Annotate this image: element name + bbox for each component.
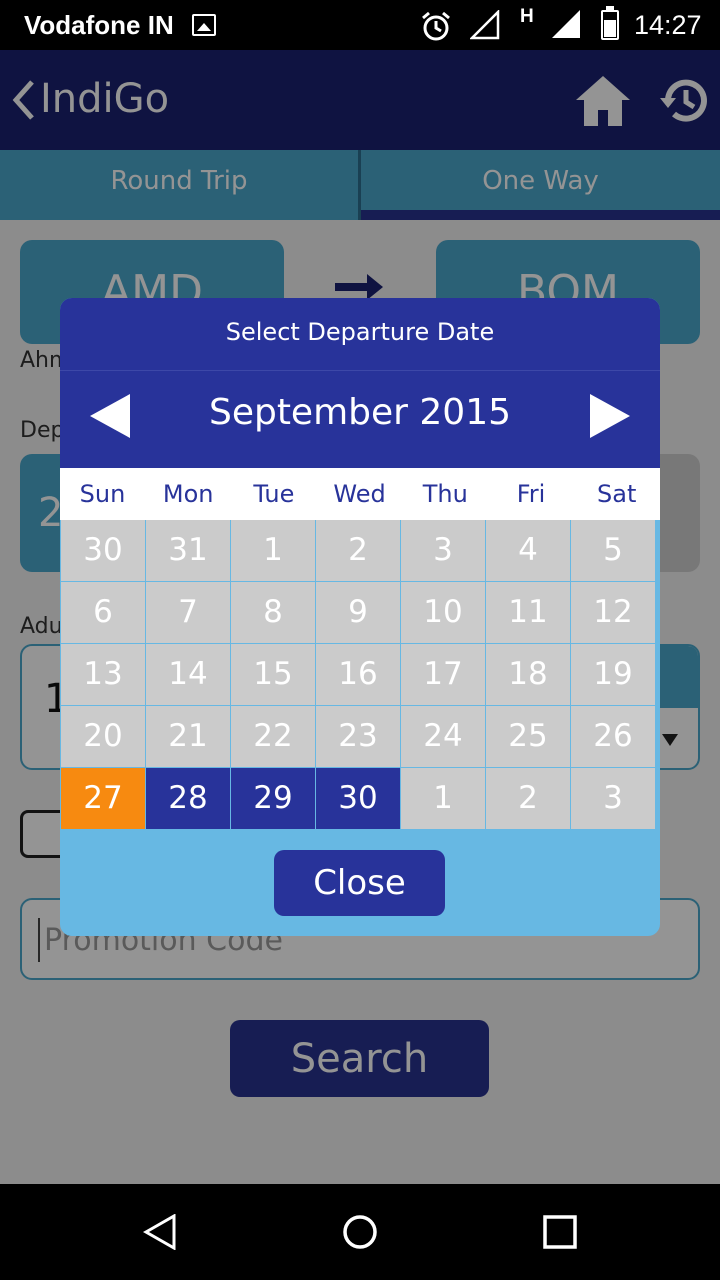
battery-icon bbox=[601, 6, 619, 40]
day-cell: 9 bbox=[316, 582, 400, 643]
date-picker-dialog: Select Departure Date September 2015 Sun… bbox=[60, 298, 660, 936]
status-bar: Vodafone IN H 14:27 bbox=[0, 0, 720, 50]
home-circle-icon[interactable] bbox=[342, 1214, 378, 1254]
day-cell: 31 bbox=[146, 520, 230, 581]
month-label: September 2015 bbox=[208, 392, 512, 433]
day-cell: 14 bbox=[146, 644, 230, 705]
day-cell: 2 bbox=[486, 768, 570, 829]
weekday-label: Sun bbox=[79, 480, 126, 508]
day-cell: 24 bbox=[401, 706, 485, 767]
prev-month-icon[interactable] bbox=[88, 392, 132, 440]
recent-apps-icon[interactable] bbox=[542, 1214, 578, 1254]
day-grid: 30 31 1 2 3 4 5 6 7 8 9 10 11 12 13 14 15 16 17 18 19 20 21 22 2… bbox=[61, 520, 656, 830]
day-cell: 19 bbox=[571, 644, 655, 705]
day-cell: 10 bbox=[401, 582, 485, 643]
dialog-title: Select Departure Date bbox=[225, 318, 495, 346]
day-cell: 23 bbox=[316, 706, 400, 767]
day-cell: 16 bbox=[316, 644, 400, 705]
gallery-icon bbox=[192, 14, 216, 36]
clock: 14:27 bbox=[634, 10, 702, 40]
day-cell: 1 bbox=[401, 768, 485, 829]
day-cell: 5 bbox=[571, 520, 655, 581]
day-cell: 18 bbox=[486, 644, 570, 705]
dialog-separator bbox=[60, 370, 660, 371]
day-cell: 20 bbox=[61, 706, 145, 767]
day-cell: 22 bbox=[231, 706, 315, 767]
network-type-label: H bbox=[520, 6, 534, 27]
system-nav-bar bbox=[0, 1184, 720, 1280]
day-cell[interactable]: 30 bbox=[316, 768, 400, 829]
day-cell: 4 bbox=[486, 520, 570, 581]
weekday-label: Mon bbox=[162, 480, 214, 508]
dialog-header: Select Departure Date September 2015 bbox=[60, 298, 660, 468]
day-cell: 17 bbox=[401, 644, 485, 705]
weekday-label: Sat bbox=[597, 480, 637, 508]
day-cell: 25 bbox=[486, 706, 570, 767]
day-cell: 3 bbox=[571, 768, 655, 829]
weekday-header: Sun Mon Tue Wed Thu Fri Sat bbox=[60, 468, 660, 520]
day-cell: 8 bbox=[231, 582, 315, 643]
day-cell: 13 bbox=[61, 644, 145, 705]
day-cell[interactable]: 28 bbox=[146, 768, 230, 829]
weekday-label: Tue bbox=[253, 480, 295, 508]
day-cell: 6 bbox=[61, 582, 145, 643]
close-button[interactable]: Close bbox=[274, 850, 445, 916]
weekday-label: Fri bbox=[516, 480, 546, 508]
signal-full-icon bbox=[550, 10, 582, 44]
day-cell: 15 bbox=[231, 644, 315, 705]
alarm-icon bbox=[420, 10, 452, 46]
weekday-label: Thu bbox=[422, 480, 468, 508]
carrier-name: Vodafone IN bbox=[24, 10, 174, 40]
back-triangle-icon[interactable] bbox=[142, 1213, 178, 1254]
day-cell: 11 bbox=[486, 582, 570, 643]
day-cell: 30 bbox=[61, 520, 145, 581]
day-cell: 3 bbox=[401, 520, 485, 581]
day-cell: 26 bbox=[571, 706, 655, 767]
day-cell: 1 bbox=[231, 520, 315, 581]
next-month-icon[interactable] bbox=[588, 392, 632, 440]
signal-empty-icon bbox=[468, 8, 500, 44]
day-cell[interactable]: 29 bbox=[231, 768, 315, 829]
day-cell: 7 bbox=[146, 582, 230, 643]
day-cell[interactable]: 27 bbox=[61, 768, 145, 829]
weekday-label: Wed bbox=[333, 480, 386, 508]
day-cell: 12 bbox=[571, 582, 655, 643]
day-cell: 2 bbox=[316, 520, 400, 581]
day-cell: 21 bbox=[146, 706, 230, 767]
